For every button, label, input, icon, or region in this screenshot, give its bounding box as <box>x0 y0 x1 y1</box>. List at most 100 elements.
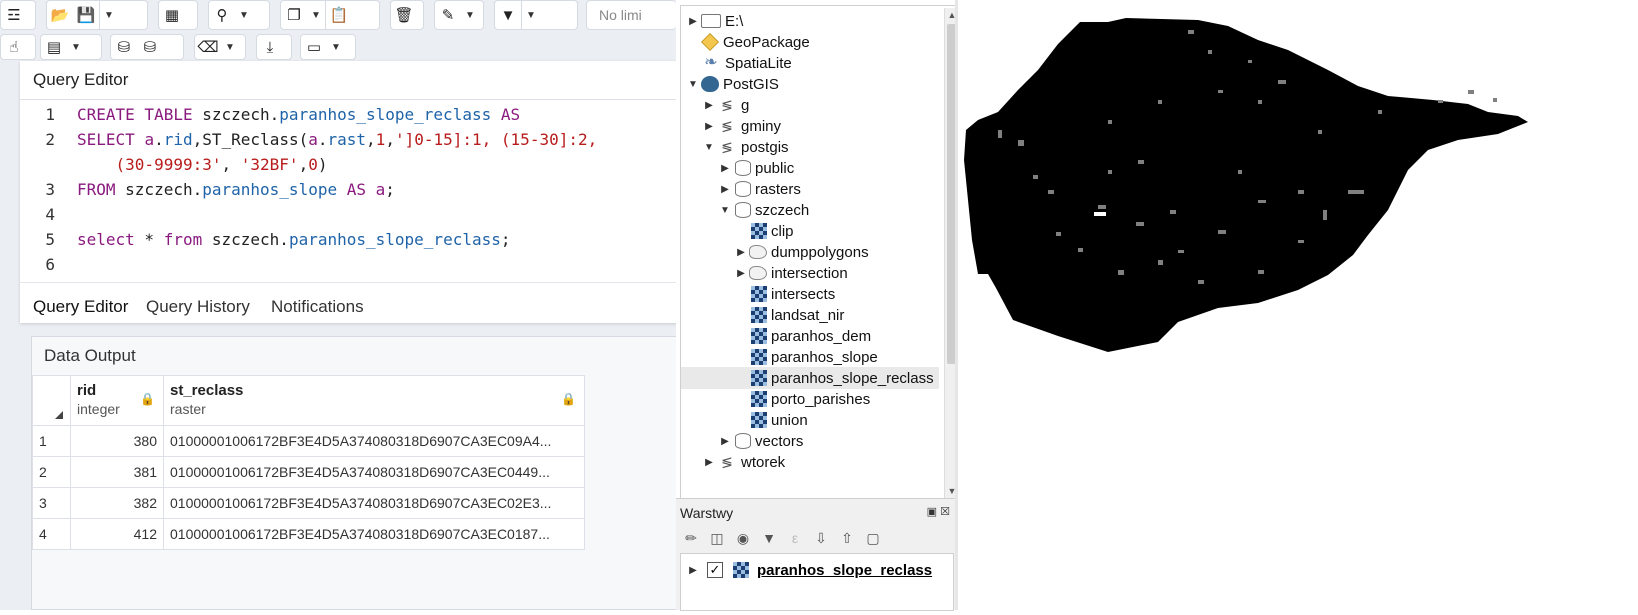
expression-filter-icon[interactable]: ε <box>784 530 806 546</box>
table-row[interactable]: 2 381 01000001006172BF3E4D5A374080318D69… <box>32 456 585 488</box>
cell-st-reclass[interactable]: 01000001006172BF3E4D5A374080318D6907CA3E… <box>163 518 585 550</box>
chevron-down-icon[interactable]: ▼ <box>100 1 118 29</box>
tab-query-editor[interactable]: Query Editor <box>33 297 128 317</box>
chevron-down-icon[interactable]: ▼ <box>221 33 239 61</box>
cell-rid[interactable]: 381 <box>70 456 164 488</box>
eraser-icon[interactable]: ⌫ <box>195 33 221 61</box>
browser-item[interactable]: clip <box>681 220 939 242</box>
tab-query-history[interactable]: Query History <box>146 297 250 317</box>
browser-item[interactable]: ▶ ≶ gminy <box>681 115 939 137</box>
browser-item[interactable]: ▼ ≶ postgis <box>681 136 939 158</box>
add-group-icon[interactable]: ◫ <box>706 530 728 547</box>
browser-item[interactable]: ▶ intersection <box>681 262 939 284</box>
layers-panel: Warstwy ▣ ☒ ✏ ◫ ◉ ▼ ε ⇩ ⇧ ▢ ▶ ✓ paranhos… <box>676 498 958 611</box>
rollback-icon[interactable]: ⛁ <box>137 33 163 61</box>
float-panel-icon[interactable]: ▣ <box>927 506 937 518</box>
table-row[interactable]: 3 382 01000001006172BF3E4D5A374080318D69… <box>32 487 585 519</box>
chevron-right-icon[interactable]: ▶ <box>687 16 699 27</box>
browser-item[interactable]: union <box>681 409 939 431</box>
cell-rid[interactable]: 382 <box>70 487 164 519</box>
browser-item[interactable]: ▶ public <box>681 157 939 179</box>
cell-st-reclass[interactable]: 01000001006172BF3E4D5A374080318D6907CA3E… <box>163 425 585 457</box>
expand-all-icon[interactable]: ⇩ <box>810 530 832 547</box>
layer-visibility-checkbox[interactable]: ✓ <box>707 562 723 578</box>
chevron-right-icon[interactable]: ▶ <box>735 247 747 258</box>
chevron-down-icon[interactable]: ▼ <box>327 33 345 61</box>
tab-notifications[interactable]: Notifications <box>271 297 364 317</box>
chevron-down-icon[interactable]: ▼ <box>67 33 85 61</box>
raster-speckle <box>998 130 1002 138</box>
chevron-right-icon[interactable]: ▶ <box>703 100 715 111</box>
browser-item-label: g <box>741 96 750 114</box>
browser-item[interactable]: ▶ ≶ wtorek <box>681 451 939 473</box>
table-row[interactable]: 1 380 01000001006172BF3E4D5A374080318D69… <box>32 425 585 457</box>
chevron-down-icon[interactable]: ▼ <box>235 1 253 29</box>
pointer-icon[interactable]: ☝ <box>1 33 27 61</box>
trash-icon[interactable]: 🗑 <box>391 1 417 29</box>
chevron-down-icon[interactable]: ▼ <box>703 142 715 153</box>
chevron-right-icon[interactable]: ▶ <box>719 163 731 174</box>
collapse-all-icon[interactable]: ⇧ <box>836 530 858 547</box>
chevron-down-icon[interactable]: ▼ <box>719 205 731 216</box>
column-header-rid[interactable]: rid integer 🔒 <box>70 375 164 426</box>
browser-item[interactable]: ▶ dumppolygons <box>681 241 939 263</box>
browser-item[interactable]: paranhos_dem <box>681 325 939 347</box>
browser-item[interactable]: landsat_nir <box>681 304 939 326</box>
browser-item[interactable]: ▶ rasters <box>681 178 939 200</box>
paste-icon[interactable]: 📋 <box>326 1 352 29</box>
chevron-down-icon[interactable]: ▼ <box>307 1 325 29</box>
browser-item-label: gminy <box>741 117 782 135</box>
column-header-st-reclass[interactable]: st_reclass raster 🔒 <box>163 375 585 426</box>
schema-icon <box>735 202 751 218</box>
cell-rid[interactable]: 380 <box>70 425 164 457</box>
browser-item[interactable]: paranhos_slope_reclass <box>681 367 939 389</box>
browser-item[interactable]: GeoPackage <box>681 31 939 53</box>
download-icon[interactable]: ⤓ <box>257 33 283 61</box>
cell-rid[interactable]: 412 <box>70 518 164 550</box>
raster-icon <box>751 412 767 428</box>
limit-select[interactable]: No limi <box>586 0 676 30</box>
cell-st-reclass[interactable]: 01000001006172BF3E4D5A374080318D6907CA3E… <box>163 456 585 488</box>
chevron-right-icon[interactable]: ▶ <box>719 436 731 447</box>
macro-icon[interactable]: ▭ <box>301 33 327 61</box>
chevron-right-icon[interactable]: ▶ <box>703 457 715 468</box>
grid-icon[interactable]: ▦ <box>159 1 185 29</box>
filter-icon[interactable]: ▼ <box>495 1 521 29</box>
map-canvas[interactable] <box>958 0 1638 610</box>
browser-item-label: dumppolygons <box>771 243 869 261</box>
browser-item[interactable]: ▶ E:\ <box>681 10 939 32</box>
filter-legend-icon[interactable]: ▼ <box>758 530 780 546</box>
chevron-down-icon[interactable]: ▼ <box>687 79 699 90</box>
database-icon[interactable]: ☲ <box>1 1 27 29</box>
remove-layer-icon[interactable]: ▢ <box>862 530 884 547</box>
chevron-down-icon[interactable]: ▼ <box>461 1 479 29</box>
copy-icon[interactable]: ❐ <box>281 1 307 29</box>
chevron-right-icon[interactable]: ▶ <box>703 121 715 132</box>
browser-item[interactable]: ▶ vectors <box>681 430 939 452</box>
commit-icon[interactable]: ⛁ <box>111 33 137 61</box>
browser-item[interactable]: paranhos_slope <box>681 346 939 368</box>
chevron-right-icon[interactable]: ▶ <box>735 268 747 279</box>
visibility-icon[interactable]: ◉ <box>732 530 754 547</box>
browser-item[interactable]: ❧ SpatiaLite <box>681 52 939 74</box>
browser-item[interactable]: ▼ PostGIS <box>681 73 939 95</box>
chevron-right-icon[interactable]: ▶ <box>719 184 731 195</box>
browser-item[interactable]: intersects <box>681 283 939 305</box>
browser-item[interactable]: porto_parishes <box>681 388 939 410</box>
cell-st-reclass[interactable]: 01000001006172BF3E4D5A374080318D6907CA3E… <box>163 487 585 519</box>
close-panel-icon[interactable]: ☒ <box>940 506 950 518</box>
style-icon[interactable]: ✏ <box>680 530 702 547</box>
layer-item[interactable]: ▶ ✓ paranhos_slope_reclass <box>687 560 932 580</box>
save-button[interactable]: 💾 <box>73 1 99 29</box>
table-icon[interactable]: ▤ <box>41 33 67 61</box>
chevron-down-icon[interactable]: ▼ <box>522 1 540 29</box>
open-file-button[interactable]: 📂 <box>47 1 73 29</box>
browser-item[interactable]: ▶ ≶ g <box>681 94 939 116</box>
select-all-corner[interactable] <box>32 375 71 426</box>
search-icon[interactable]: ⚲ <box>209 1 235 29</box>
edit-icon[interactable]: ✎ <box>435 1 461 29</box>
column-name: rid <box>77 382 97 399</box>
browser-item[interactable]: ▼ szczech <box>681 199 939 221</box>
table-row[interactable]: 4 412 01000001006172BF3E4D5A374080318D69… <box>32 518 585 550</box>
chevron-right-icon[interactable]: ▶ <box>687 565 699 576</box>
